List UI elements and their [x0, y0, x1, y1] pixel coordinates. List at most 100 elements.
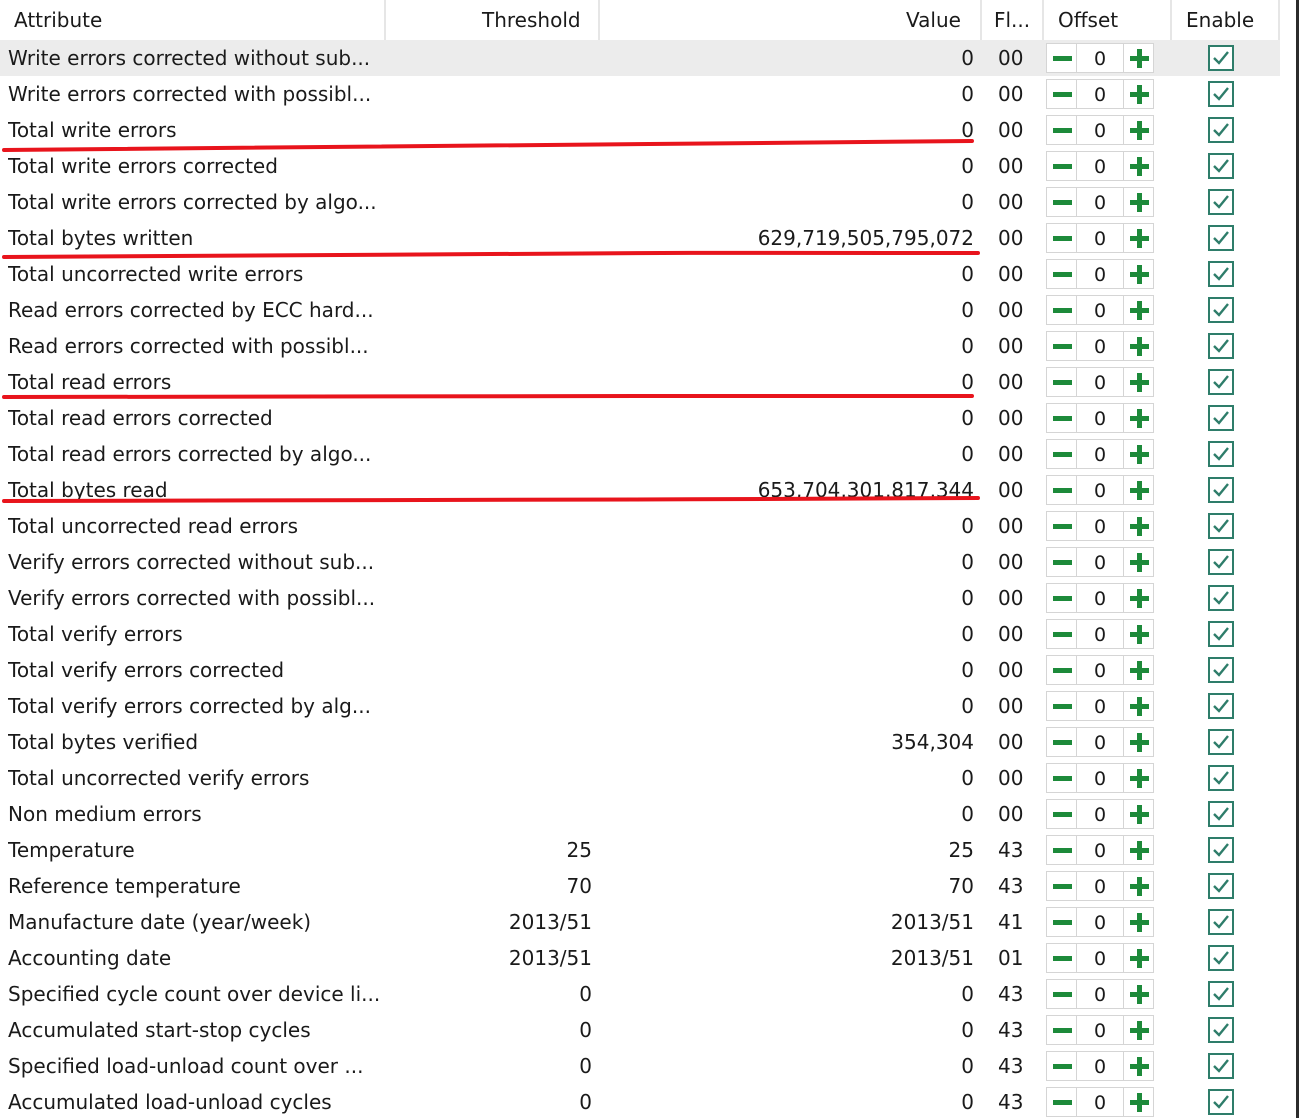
table-row[interactable]: Accumulated start-stop cycles 0 0 43 0: [0, 1012, 1280, 1048]
table-row[interactable]: Accumulated load-unload cycles 0 0 43 0: [0, 1084, 1280, 1120]
offset-stepper[interactable]: 0: [1046, 1087, 1154, 1117]
offset-stepper[interactable]: 0: [1046, 691, 1154, 721]
decrement-button[interactable]: [1046, 1087, 1077, 1117]
enable-checkbox[interactable]: [1208, 369, 1234, 395]
offset-input[interactable]: 0: [1077, 979, 1123, 1009]
offset-input[interactable]: 0: [1077, 439, 1123, 469]
offset-input[interactable]: 0: [1077, 115, 1123, 145]
offset-input[interactable]: 0: [1077, 43, 1123, 73]
offset-input[interactable]: 0: [1077, 475, 1123, 505]
offset-stepper[interactable]: 0: [1046, 151, 1154, 181]
table-row[interactable]: Temperature 25 25 43 0: [0, 832, 1280, 868]
offset-stepper[interactable]: 0: [1046, 475, 1154, 505]
decrement-button[interactable]: [1046, 115, 1077, 145]
table-row[interactable]: Total write errors 0 00 0: [0, 112, 1280, 148]
enable-checkbox[interactable]: [1208, 549, 1234, 575]
table-row[interactable]: Specified cycle count over device li... 0…: [0, 976, 1280, 1012]
offset-stepper[interactable]: 0: [1046, 943, 1154, 973]
increment-button[interactable]: [1123, 223, 1154, 253]
offset-input[interactable]: 0: [1077, 727, 1123, 757]
enable-checkbox[interactable]: [1208, 945, 1234, 971]
offset-stepper[interactable]: 0: [1046, 187, 1154, 217]
offset-input[interactable]: 0: [1077, 511, 1123, 541]
table-row[interactable]: Accounting date 2013/51 2013/51 01 0: [0, 940, 1280, 976]
enable-checkbox[interactable]: [1208, 981, 1234, 1007]
decrement-button[interactable]: [1046, 79, 1077, 109]
offset-stepper[interactable]: 0: [1046, 727, 1154, 757]
increment-button[interactable]: [1123, 547, 1154, 577]
increment-button[interactable]: [1123, 439, 1154, 469]
column-header-enable[interactable]: Enable: [1172, 0, 1280, 40]
enable-checkbox[interactable]: [1208, 189, 1234, 215]
offset-input[interactable]: 0: [1077, 223, 1123, 253]
enable-checkbox[interactable]: [1208, 657, 1234, 683]
decrement-button[interactable]: [1046, 655, 1077, 685]
increment-button[interactable]: [1123, 1015, 1154, 1045]
offset-input[interactable]: 0: [1077, 691, 1123, 721]
offset-stepper[interactable]: 0: [1046, 763, 1154, 793]
column-header-offset[interactable]: Offset: [1044, 0, 1172, 40]
offset-input[interactable]: 0: [1077, 799, 1123, 829]
table-row[interactable]: Total write errors corrected 0 00 0: [0, 148, 1280, 184]
offset-stepper[interactable]: 0: [1046, 1015, 1154, 1045]
offset-stepper[interactable]: 0: [1046, 655, 1154, 685]
increment-button[interactable]: [1123, 79, 1154, 109]
decrement-button[interactable]: [1046, 43, 1077, 73]
offset-input[interactable]: 0: [1077, 907, 1123, 937]
increment-button[interactable]: [1123, 511, 1154, 541]
offset-stepper[interactable]: 0: [1046, 403, 1154, 433]
offset-input[interactable]: 0: [1077, 331, 1123, 361]
increment-button[interactable]: [1123, 403, 1154, 433]
decrement-button[interactable]: [1046, 439, 1077, 469]
increment-button[interactable]: [1123, 619, 1154, 649]
enable-checkbox[interactable]: [1208, 1053, 1234, 1079]
table-row[interactable]: Total read errors corrected 0 00 0: [0, 400, 1280, 436]
offset-stepper[interactable]: 0: [1046, 583, 1154, 613]
decrement-button[interactable]: [1046, 799, 1077, 829]
offset-stepper[interactable]: 0: [1046, 331, 1154, 361]
increment-button[interactable]: [1123, 691, 1154, 721]
offset-stepper[interactable]: 0: [1046, 223, 1154, 253]
increment-button[interactable]: [1123, 907, 1154, 937]
decrement-button[interactable]: [1046, 331, 1077, 361]
decrement-button[interactable]: [1046, 403, 1077, 433]
enable-checkbox[interactable]: [1208, 81, 1234, 107]
decrement-button[interactable]: [1046, 943, 1077, 973]
offset-stepper[interactable]: 0: [1046, 547, 1154, 577]
enable-checkbox[interactable]: [1208, 621, 1234, 647]
decrement-button[interactable]: [1046, 691, 1077, 721]
offset-input[interactable]: 0: [1077, 1087, 1123, 1117]
enable-checkbox[interactable]: [1208, 441, 1234, 467]
enable-checkbox[interactable]: [1208, 513, 1234, 539]
offset-stepper[interactable]: 0: [1046, 115, 1154, 145]
increment-button[interactable]: [1123, 115, 1154, 145]
table-row[interactable]: Total read errors corrected by algo... 0 0…: [0, 436, 1280, 472]
enable-checkbox[interactable]: [1208, 117, 1234, 143]
decrement-button[interactable]: [1046, 259, 1077, 289]
table-row[interactable]: Total verify errors corrected by alg... 0…: [0, 688, 1280, 724]
offset-input[interactable]: 0: [1077, 295, 1123, 325]
offset-input[interactable]: 0: [1077, 763, 1123, 793]
increment-button[interactable]: [1123, 655, 1154, 685]
offset-input[interactable]: 0: [1077, 835, 1123, 865]
decrement-button[interactable]: [1046, 835, 1077, 865]
decrement-button[interactable]: [1046, 295, 1077, 325]
enable-checkbox[interactable]: [1208, 153, 1234, 179]
increment-button[interactable]: [1123, 295, 1154, 325]
enable-checkbox[interactable]: [1208, 1017, 1234, 1043]
column-header-flags[interactable]: Fl...: [982, 0, 1044, 40]
enable-checkbox[interactable]: [1208, 333, 1234, 359]
increment-button[interactable]: [1123, 835, 1154, 865]
table-row[interactable]: Total verify errors 0 00 0: [0, 616, 1280, 652]
table-row[interactable]: Total bytes written 629,719,505,795,072 00…: [0, 220, 1280, 256]
offset-stepper[interactable]: 0: [1046, 979, 1154, 1009]
enable-checkbox[interactable]: [1208, 297, 1234, 323]
enable-checkbox[interactable]: [1208, 45, 1234, 71]
decrement-button[interactable]: [1046, 727, 1077, 757]
table-row[interactable]: Total verify errors corrected 0 00 0: [0, 652, 1280, 688]
enable-checkbox[interactable]: [1208, 873, 1234, 899]
offset-stepper[interactable]: 0: [1046, 295, 1154, 325]
increment-button[interactable]: [1123, 871, 1154, 901]
decrement-button[interactable]: [1046, 1051, 1077, 1081]
table-row[interactable]: Read errors corrected by ECC hard... 0 00 0: [0, 292, 1280, 328]
